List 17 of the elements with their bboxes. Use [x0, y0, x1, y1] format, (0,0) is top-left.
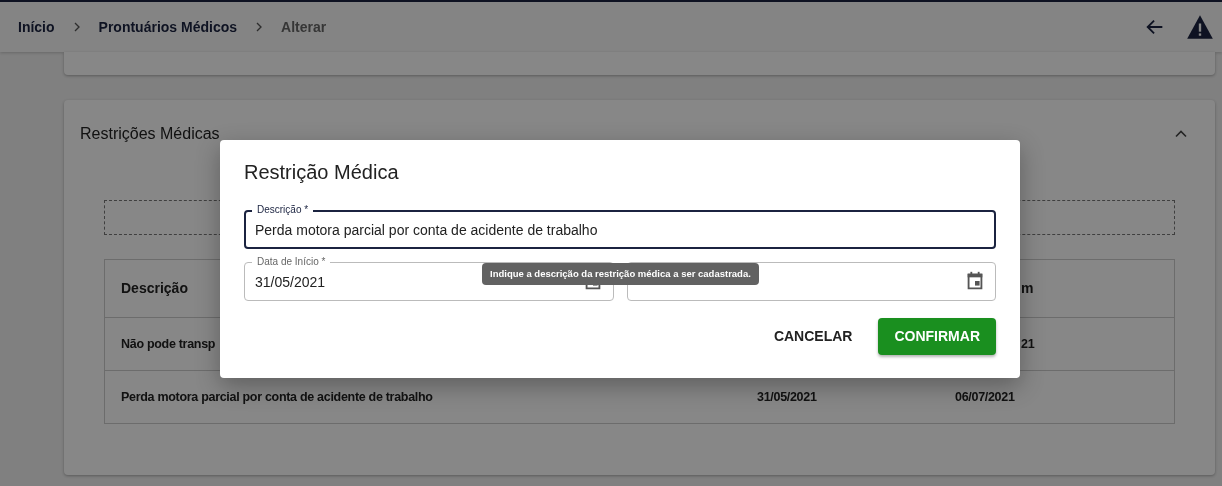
- table-cell-text: Perda motora parcial por conta de acidente de trabalho: [121, 388, 433, 406]
- breadcrumb-link[interactable]: Início: [18, 16, 55, 38]
- table-cell-text: Não pode transp: [121, 335, 216, 353]
- tooltip: Indique a descrição da restrição médica a ser cadastrada.: [482, 263, 759, 286]
- dialog-title: Restrição Médica: [244, 160, 400, 184]
- section-title: Restrições Médicas: [80, 124, 220, 144]
- cancel-button[interactable]: CANCELAR: [771, 318, 855, 355]
- column-header: m: [1021, 279, 1034, 298]
- table-cell-text: 06/07/2021: [955, 388, 1015, 406]
- column-header: Descrição: [121, 279, 188, 298]
- table-cell-text: 31/05/2021: [757, 388, 817, 406]
- field-label: Data de Início *: [252, 256, 331, 268]
- confirm-button[interactable]: CONFIRMAR: [878, 318, 996, 355]
- breadcrumb-link[interactable]: Prontuários Médicos: [98, 16, 238, 38]
- warning-icon[interactable]: [1186, 13, 1214, 41]
- field-label: Descrição *: [252, 204, 314, 216]
- table-cell-text: 21: [1021, 335, 1035, 353]
